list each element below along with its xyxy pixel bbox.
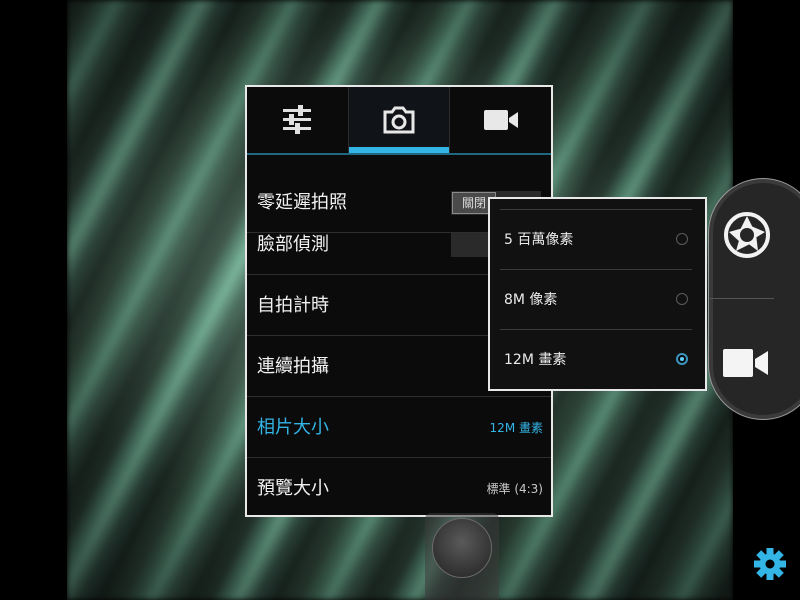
photo-mode-button[interactable] [718, 206, 776, 264]
video-camera-icon [723, 349, 768, 377]
picture-size-option[interactable]: 5 百萬像素 [500, 209, 692, 269]
settings-tab-bar [247, 87, 551, 153]
sliders-icon [283, 105, 312, 134]
shutter-button[interactable] [432, 518, 492, 578]
left-letterbox [0, 0, 67, 600]
row-label: 相片大小 [257, 417, 329, 438]
tab-video-settings[interactable] [449, 87, 551, 153]
option-label: 5 百萬像素 [504, 232, 574, 248]
row-label: 自拍計時 [257, 295, 329, 316]
mode-divider [710, 298, 774, 299]
video-camera-icon [483, 110, 518, 130]
radio-button-checked[interactable] [676, 353, 688, 365]
video-mode-button[interactable] [718, 334, 776, 392]
picture-size-option[interactable]: 8M 像素 [500, 269, 692, 329]
tab-photo-settings[interactable] [347, 87, 450, 153]
picture-size-option-selected[interactable]: 12M 畫素 [500, 329, 692, 389]
tab-general-settings[interactable] [247, 87, 348, 153]
option-label: 12M 畫素 [504, 352, 567, 368]
settings-row-preview-size[interactable]: 預覽大小 標準 (4:3) [247, 459, 551, 519]
row-label: 臉部偵測 [257, 234, 329, 255]
radio-button[interactable] [676, 233, 688, 245]
preview-size-value: 標準 (4:3) [486, 482, 544, 496]
tab-divider-line [247, 153, 551, 155]
shutter-aperture-icon [724, 212, 770, 258]
settings-row-picture-size[interactable]: 相片大小 12M 畫素 [247, 398, 551, 458]
option-label: 8M 像素 [504, 292, 558, 308]
picture-size-popup: 5 百萬像素 8M 像素 12M 畫素 [488, 197, 707, 391]
radio-button[interactable] [676, 293, 688, 305]
row-label: 預覽大小 [257, 478, 329, 499]
row-label: 連續拍攝 [257, 356, 329, 377]
gear-icon [754, 548, 786, 580]
picture-size-value: 12M 畫素 [489, 421, 543, 435]
settings-button[interactable] [752, 546, 788, 582]
camera-icon [383, 106, 415, 134]
